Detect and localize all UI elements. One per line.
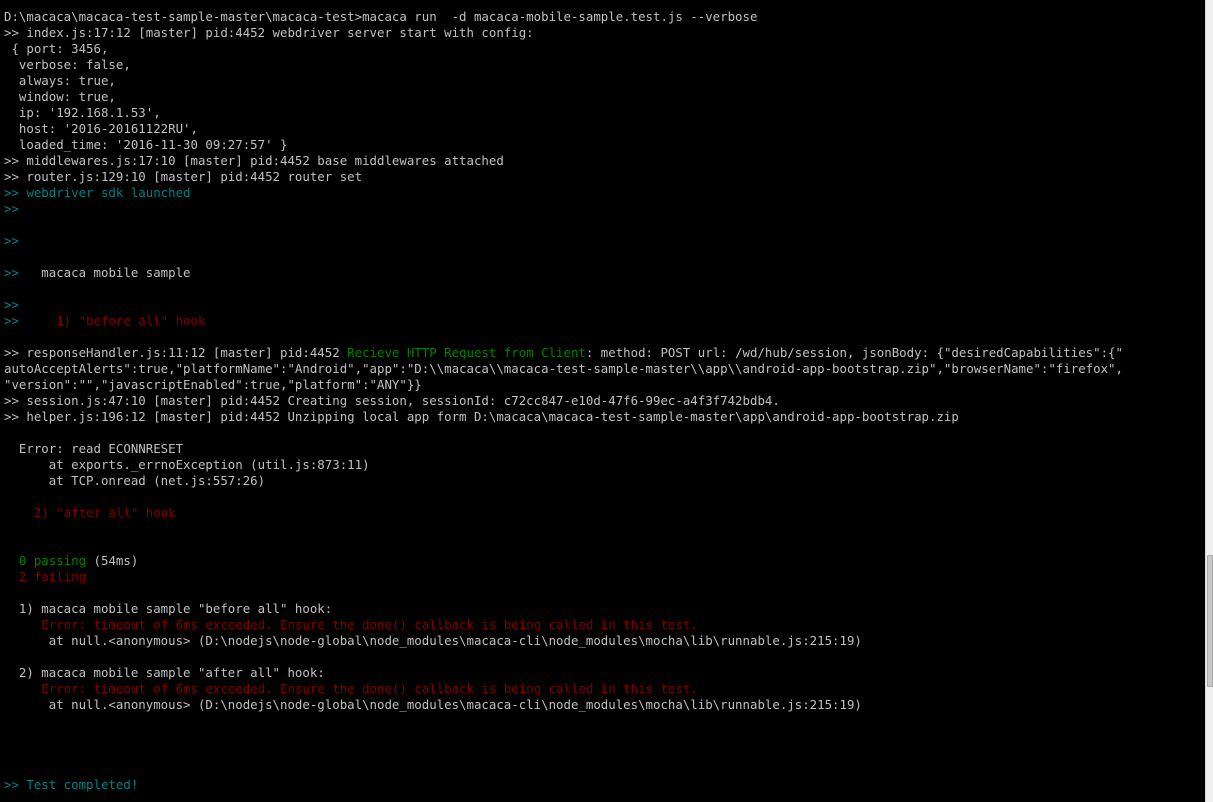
console-text-segment: >> [4, 233, 19, 248]
console-text-segment: D:\macaca\macaca-test-sample-master\maca… [4, 9, 758, 24]
console-text-segment: Error: timeout of 6ms exceeded. Ensure t… [4, 681, 698, 696]
console-line: verbose: false, [4, 57, 1123, 73]
console-line: 1) macaca mobile sample "before all" hoo… [4, 601, 1123, 617]
console-line: at TCP.onread (net.js:557:26) [4, 473, 1123, 489]
vertical-scrollbar[interactable] [1205, 0, 1213, 802]
console-text-segment: >> [4, 297, 19, 312]
console-text-segment: >> index.js:17:12 [master] pid:4452 webd… [4, 25, 534, 40]
console-text-segment: >> session.js:47:10 [master] pid:4452 Cr… [4, 393, 780, 408]
console-line: "version":"","javascriptEnabled":true,"p… [4, 377, 1123, 393]
console-line: loaded_time: '2016-11-30 09:27:57' } [4, 137, 1123, 153]
console-line: at exports._errnoException (util.js:873:… [4, 457, 1123, 473]
console-text-segment: at null.<anonymous> (D:\nodejs\node-glob… [4, 697, 862, 712]
console-line: host: '2016-20161122RU', [4, 121, 1123, 137]
console-text-segment: at TCP.onread (net.js:557:26) [4, 473, 266, 488]
console-line: { port: 3456, [4, 41, 1123, 57]
console-line: window: true, [4, 89, 1123, 105]
console-line: >> webdriver sdk launched [4, 185, 1123, 201]
console-line: >> session.js:47:10 [master] pid:4452 Cr… [4, 393, 1123, 409]
console-line: at null.<anonymous> (D:\nodejs\node-glob… [4, 697, 1123, 713]
console-text-segment: autoAcceptAlerts":true,"platformName":"A… [4, 361, 1123, 376]
console-text-segment: 2) "after all" hook [4, 505, 176, 520]
console-text-segment: >> responseHandler.js:11:12 [master] pid… [4, 345, 348, 360]
console-text-segment: macaca mobile sample [18, 265, 191, 280]
console-text-segment: >> Test completed! [4, 777, 139, 792]
console-text-segment: >> webdriver sdk launched [4, 185, 191, 200]
console-text-segment: >> [4, 265, 19, 280]
console-text-segment: Recieve HTTP Request from Client [347, 345, 586, 360]
console-line: 2) "after all" hook [4, 505, 1123, 521]
console-text-segment: 1) macaca mobile sample "before all" hoo… [4, 601, 333, 616]
console-text-segment: loaded_time: '2016-11-30 09:27:57' } [4, 137, 288, 152]
console-text-segment: { port: 3456, [4, 41, 109, 56]
console-line: >> macaca mobile sample [4, 265, 1123, 281]
console-line: >> [4, 201, 1123, 217]
terminal-window[interactable]: D:\macaca\macaca-test-sample-master\maca… [0, 0, 1205, 802]
console-text-segment: >> [4, 313, 19, 328]
console-text-segment: ip: '192.168.1.53', [4, 105, 161, 120]
console-line: Error: timeout of 6ms exceeded. Ensure t… [4, 681, 1123, 697]
console-line: >> middlewares.js:17:10 [master] pid:445… [4, 153, 1123, 169]
console-line: >> [4, 297, 1123, 313]
console-line: >> router.js:129:10 [master] pid:4452 ro… [4, 169, 1123, 185]
console-text-segment: at null.<anonymous> (D:\nodejs\node-glob… [4, 633, 862, 648]
console-output: D:\macaca\macaca-test-sample-master\maca… [4, 9, 1123, 793]
console-text-segment: >> [4, 201, 19, 216]
scrollbar-thumb[interactable] [1207, 555, 1213, 687]
console-text-segment: host: '2016-20161122RU', [4, 121, 198, 136]
console-text-segment: at exports._errnoException (util.js:873:… [4, 457, 370, 472]
console-line: >> Test completed! [4, 777, 1123, 793]
console-line: >> [4, 233, 1123, 249]
console-text-segment: always: true, [4, 73, 116, 88]
console-line: 0 passing (54ms) [4, 553, 1123, 569]
console-text-segment: Error: timeout of 6ms exceeded. Ensure t… [4, 617, 698, 632]
console-line: >> helper.js:196:12 [master] pid:4452 Un… [4, 409, 1123, 425]
console-line: >> index.js:17:12 [master] pid:4452 webd… [4, 25, 1123, 41]
console-line: 2 failing [4, 569, 1123, 585]
console-line: ip: '192.168.1.53', [4, 105, 1123, 121]
console-line: >> 1) "before all" hook [4, 313, 1123, 329]
console-text-segment: >> middlewares.js:17:10 [master] pid:445… [4, 153, 504, 168]
console-text-segment: 2) macaca mobile sample "after all" hook… [4, 665, 325, 680]
console-text-segment: Error: read ECONNRESET [4, 441, 184, 456]
console-text-segment: (54ms) [86, 553, 139, 568]
console-text-segment: window: true, [4, 89, 116, 104]
console-line: autoAcceptAlerts":true,"platformName":"A… [4, 361, 1123, 377]
console-line: always: true, [4, 73, 1123, 89]
console-text-segment: verbose: false, [4, 57, 131, 72]
console-text-segment: >> router.js:129:10 [master] pid:4452 ro… [4, 169, 363, 184]
console-text-segment: "version":"","javascriptEnabled":true,"p… [4, 377, 422, 392]
console-text-segment: 1) "before all" hook [18, 313, 206, 328]
console-line: Error: timeout of 6ms exceeded. Ensure t… [4, 617, 1123, 633]
console-line: D:\macaca\macaca-test-sample-master\maca… [4, 9, 1123, 25]
console-text-segment: : method: POST url: /wd/hub/session, jso… [585, 345, 1123, 360]
console-text-segment: 0 passing [4, 553, 87, 568]
console-text-segment: 2 failing [4, 569, 87, 584]
console-line: at null.<anonymous> (D:\nodejs\node-glob… [4, 633, 1123, 649]
console-line: Error: read ECONNRESET [4, 441, 1123, 457]
console-text-segment: >> helper.js:196:12 [master] pid:4452 Un… [4, 409, 959, 424]
console-line: >> responseHandler.js:11:12 [master] pid… [4, 345, 1123, 361]
console-line: 2) macaca mobile sample "after all" hook… [4, 665, 1123, 681]
